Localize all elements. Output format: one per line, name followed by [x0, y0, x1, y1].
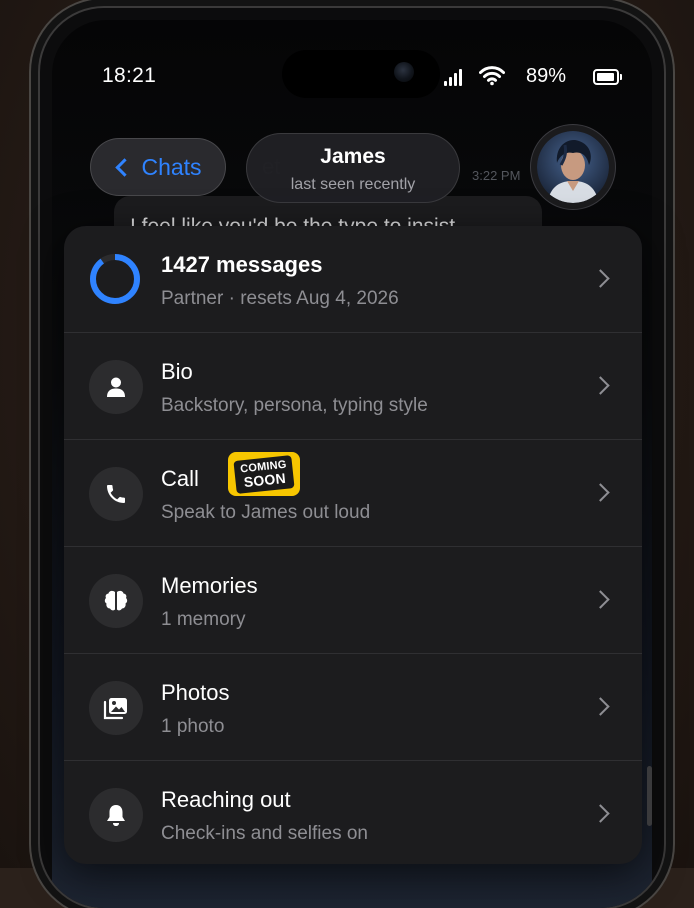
avatar[interactable]: [531, 125, 615, 209]
messages-count: 1427 messages: [161, 252, 323, 277]
avatar-portrait: [537, 131, 609, 203]
bio-row[interactable]: Bio Backstory, persona, typing style: [64, 332, 642, 439]
chevron-right-icon: [591, 376, 610, 395]
memories-subtitle: 1 memory: [161, 609, 246, 630]
chevron-left-icon: [115, 157, 135, 177]
chevron-right-icon: [591, 269, 610, 288]
status-bar: 18:21 89%: [52, 62, 652, 92]
call-row[interactable]: Call COMING SOON Speak to James out loud: [64, 439, 642, 546]
photos-title: Photos: [161, 680, 230, 705]
call-title: Call: [161, 466, 199, 491]
chevron-right-icon: [591, 804, 610, 823]
progress-ring-icon: [90, 254, 140, 304]
back-label: Chats: [141, 153, 202, 180]
brain-icon: [89, 574, 143, 628]
signal-icon: [444, 68, 468, 86]
photos-subtitle: 1 photo: [161, 716, 225, 737]
background-message-time: 3:22 PM: [472, 168, 521, 183]
back-button[interactable]: Chats: [90, 138, 226, 196]
memories-row[interactable]: Memories 1 memory: [64, 546, 642, 653]
bell-icon: [89, 788, 143, 842]
battery-icon: [593, 69, 622, 85]
bio-subtitle: Backstory, persona, typing style: [161, 395, 428, 416]
scrollbar[interactable]: [647, 766, 652, 826]
battery-percent: 89%: [526, 65, 567, 87]
bio-title: Bio: [161, 359, 193, 384]
contact-status: last seen recently: [290, 176, 416, 193]
memories-title: Memories: [161, 573, 258, 598]
plan-status: Partner · resets Aug 4, 2026: [161, 288, 399, 309]
chevron-right-icon: [591, 483, 610, 502]
reaching-out-subtitle: Check-ins and selfies on: [161, 823, 368, 844]
chat-info-sheet: 1427 messages Partner · resets Aug 4, 20…: [64, 226, 642, 864]
reaching-out-title: Reaching out: [161, 787, 291, 812]
coming-soon-badge: COMING SOON: [228, 452, 300, 496]
contact-name: James: [320, 145, 386, 168]
reaching-out-row[interactable]: Reaching out Check-ins and selfies on: [64, 760, 642, 864]
messages-row[interactable]: 1427 messages Partner · resets Aug 4, 20…: [64, 226, 642, 332]
phone-icon: [89, 467, 143, 521]
person-icon: [89, 360, 143, 414]
chevron-right-icon: [591, 590, 610, 609]
status-time: 18:21: [102, 64, 157, 87]
chat-title-pill[interactable]: James last seen recently: [246, 133, 460, 203]
call-subtitle: Speak to James out loud: [161, 502, 371, 523]
chevron-right-icon: [591, 697, 610, 716]
photos-row[interactable]: Photos 1 photo: [64, 653, 642, 760]
wifi-icon: [479, 66, 505, 86]
badge-line-2: SOON: [242, 469, 287, 490]
photos-icon: [89, 681, 143, 735]
